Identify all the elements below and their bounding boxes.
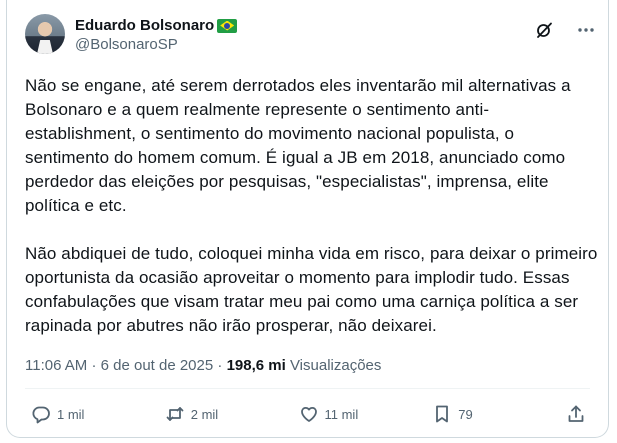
tweet-time[interactable]: 11:06 AM	[25, 357, 87, 374]
author-display-name[interactable]: Eduardo Bolsonaro	[75, 16, 214, 35]
heart-icon	[300, 406, 317, 422]
author-handle[interactable]: @BolsonaroSP	[75, 35, 237, 54]
like-count: 11 mil	[324, 406, 359, 422]
repost-count: 2 mil	[190, 406, 219, 422]
views-label: Visualizações	[289, 357, 382, 374]
like-button[interactable]: 11 mil	[299, 404, 359, 424]
repost-button[interactable]: 2 mil	[165, 404, 225, 424]
avatar-shirt	[37, 40, 53, 54]
more-icon[interactable]	[576, 20, 596, 40]
meta-separator-2: ·	[217, 357, 223, 374]
author-names: Eduardo Bolsonaro @BolsonaroSP	[75, 16, 238, 54]
bookmark-count: 79	[458, 406, 473, 422]
reply-count: 1 mil	[57, 406, 85, 422]
tweet-card: Eduardo Bolsonaro @BolsonaroSP Não se en…	[6, 0, 609, 438]
views-count: 198,6 mi	[226, 357, 286, 374]
reply-icon	[32, 406, 50, 424]
tweet-paragraph-2: Não abdiquei de tudo, coloquei minha vid…	[25, 244, 603, 335]
share-icon	[568, 405, 584, 422]
author-display-name-row[interactable]: Eduardo Bolsonaro	[75, 16, 238, 35]
tweet-header: Eduardo Bolsonaro @BolsonaroSP	[25, 14, 596, 62]
divider	[25, 388, 590, 389]
tweet-date[interactable]: 6 de out de 2025	[101, 357, 214, 374]
reply-button[interactable]: 1 mil	[31, 404, 91, 424]
share-button[interactable]	[566, 404, 586, 424]
bookmark-icon	[436, 405, 449, 423]
repost-icon	[166, 407, 184, 421]
tweet-text: Não se engane, até serem derrotados eles…	[25, 74, 600, 338]
action-bar: 1 mil 2 mil 11 mil 79	[31, 402, 586, 426]
bookmark-button[interactable]: 79	[432, 404, 492, 424]
tweet-paragraph-1: Não se engane, até serem derrotados eles…	[25, 76, 576, 215]
header-actions	[534, 20, 596, 40]
tweet-meta: 11:06 AM · 6 de out de 2025 · 198,6 mi V…	[25, 356, 381, 376]
grok-icon[interactable]	[534, 20, 554, 40]
meta-separator: ·	[91, 357, 97, 374]
brazil-flag-icon	[217, 18, 238, 33]
avatar[interactable]	[25, 14, 65, 54]
